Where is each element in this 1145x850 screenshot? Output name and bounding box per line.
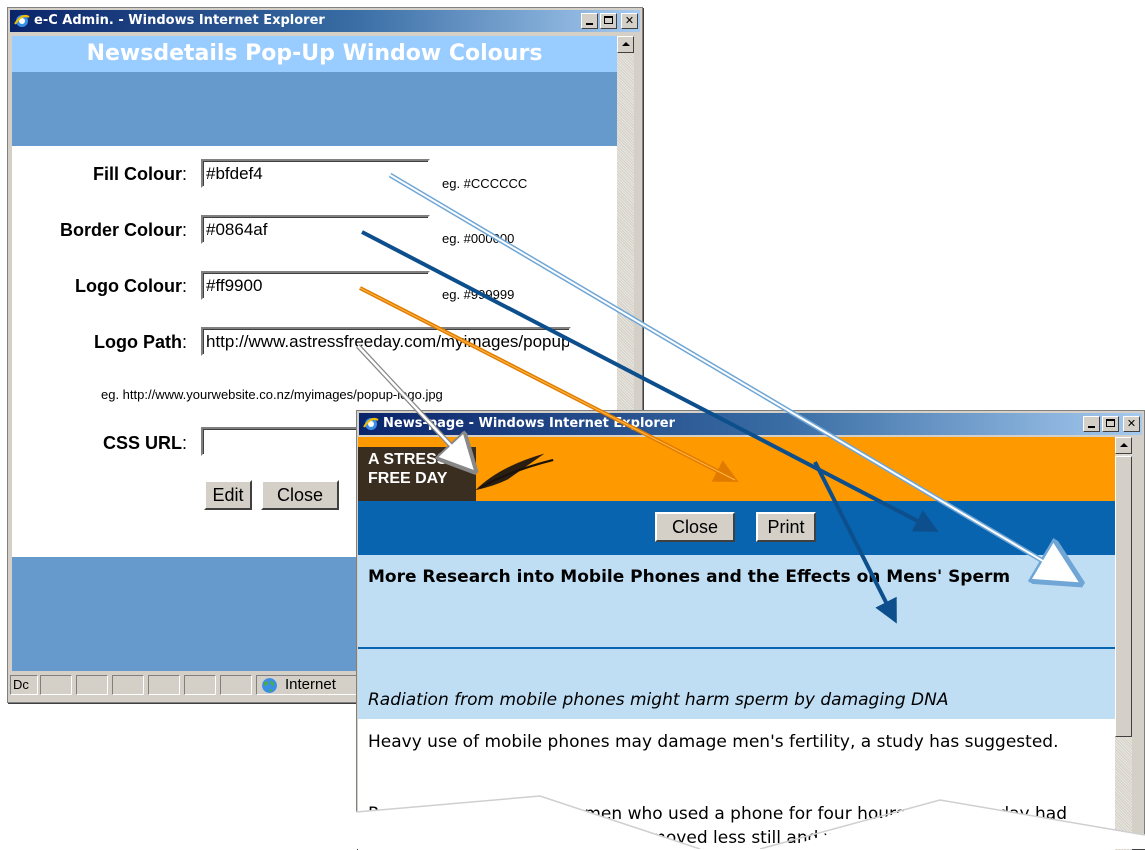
close-button[interactable]: Close [261,480,339,510]
status-text: Dc [10,675,38,695]
admin-window-title: e-C Admin. - Windows Internet Explorer [34,13,325,28]
maximize-icon[interactable] [1102,416,1119,432]
print-button[interactable]: Print [756,512,816,542]
logo-path-input[interactable]: http://www.astressfreeday.com/myimages/p… [201,327,571,356]
article-headline: More Research into Mobile Phones and the… [368,567,1011,587]
feather-logo-icon [475,453,554,491]
logo-text-line1: A STRESS [368,451,448,468]
logo-colour-example: eg. #999999 [442,287,515,302]
status-zone-label: Internet [285,676,336,693]
logo-colour-label: Logo Colour: [75,276,187,296]
site-logo: A STRESS FREE DAY [358,447,554,501]
button-band [358,501,1115,555]
border-colour-example: eg. #000000 [442,231,515,246]
logo-path-label: Logo Path: [93,332,187,352]
status-pane [76,675,108,695]
status-zone: Internet [256,675,366,695]
news-window: News-page - Windows Internet Explorer ✕ … [356,410,1145,850]
border-colour-input[interactable]: #0864af [201,215,430,244]
minimize-icon[interactable] [581,13,598,29]
globe-icon [262,678,277,693]
news-titlebar[interactable]: News-page - Windows Internet Explorer ✕ [359,413,1142,435]
scroll-thumb[interactable] [1115,456,1132,737]
status-pane [220,675,252,695]
edit-button[interactable]: Edit [204,480,252,510]
fill-colour-example: eg. #CCCCCC [442,176,528,191]
maximize-icon[interactable] [600,13,617,29]
status-pane [40,675,72,695]
article-subheadline: Radiation from mobile phones might harm … [368,690,949,710]
article-paragraph-1: Heavy use of mobile phones may damage me… [368,732,1059,752]
fill-colour-label: Fill Colour: [92,164,187,184]
news-close-button[interactable]: Close [655,512,735,542]
admin-titlebar[interactable]: e-C Admin. - Windows Internet Explorer ✕ [10,10,640,32]
status-pane [184,675,216,695]
article-paragraph-2: Researchers found those men who used a p… [368,804,1068,848]
logo-path-example: eg. http://www.yourwebsite.co.nz/myimage… [101,387,443,402]
border-colour-label: Border Colour: [59,220,187,240]
news-content: A STRESS FREE DAY Close Print More Resea… [358,437,1115,850]
news-window-title: News-page - Windows Internet Explorer [383,416,675,431]
news-vertical-scrollbar[interactable] [1115,437,1132,850]
close-icon[interactable]: ✕ [621,13,638,29]
scroll-up-arrow-icon[interactable] [617,36,634,53]
admin-header-band [12,72,617,146]
page-title: Newsdetails Pop-Up Window Colours [86,41,543,66]
logo-text-line2: FREE DAY [368,470,448,487]
minimize-icon[interactable] [1083,416,1100,432]
css-url-label: CSS URL: [102,433,187,453]
ie-icon [14,14,30,27]
scroll-up-arrow-icon[interactable] [1115,437,1132,454]
logo-colour-input[interactable]: #ff9900 [201,271,430,300]
ie-icon [363,417,379,430]
close-icon[interactable]: ✕ [1123,416,1140,432]
admin-heading-bar: Newsdetails Pop-Up Window Colours [12,36,617,72]
status-pane [148,675,180,695]
status-pane [112,675,144,695]
fill-colour-input[interactable]: #bfdef4 [201,159,430,188]
